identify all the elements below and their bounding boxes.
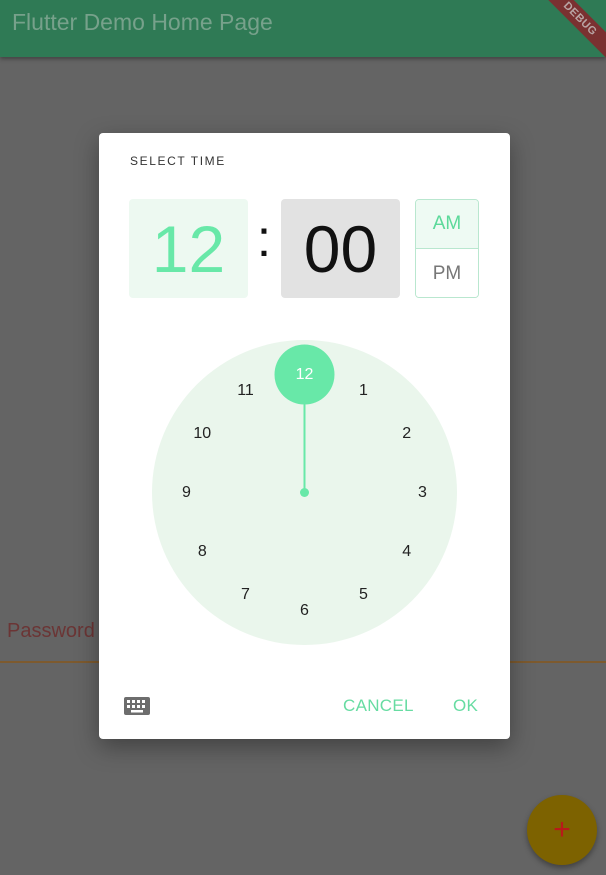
dial-number-8[interactable]: 8 — [198, 543, 207, 560]
dial-number-11[interactable]: 11 — [237, 382, 254, 399]
app-bar-title: Flutter Demo Home Page — [12, 9, 273, 35]
keyboard-icon[interactable] — [123, 696, 151, 716]
ok-button[interactable]: OK — [445, 689, 486, 723]
dial-number-4[interactable]: 4 — [402, 543, 411, 560]
dial-number-3[interactable]: 3 — [418, 484, 427, 501]
dial-number-10[interactable]: 10 — [193, 425, 211, 442]
minute-selector[interactable]: 00 — [281, 199, 400, 298]
app-bar: Flutter Demo Home Page DEBUG — [0, 0, 606, 68]
plus-icon: + — [553, 813, 571, 846]
time-separator: : — [256, 210, 272, 268]
dial-number-6[interactable]: 6 — [300, 602, 309, 619]
dial-number-1[interactable]: 1 — [359, 382, 368, 399]
am-button[interactable]: AM — [416, 200, 478, 249]
pm-button[interactable]: PM — [416, 249, 478, 297]
add-button[interactable]: + — [527, 795, 597, 865]
period-toggle: AM PM — [415, 199, 479, 298]
password-label: Password — [7, 620, 95, 642]
time-picker-dialog: SELECT TIME 12 : 00 AM PM 12 1 2 3 4 5 6 7 8 9 10 1… — [99, 133, 510, 739]
dial-center-dot — [300, 488, 309, 497]
dial-number-2[interactable]: 2 — [402, 425, 411, 442]
dial-number-7[interactable]: 7 — [241, 586, 250, 603]
dial-number-5[interactable]: 5 — [359, 586, 368, 603]
cancel-button[interactable]: CANCEL — [335, 689, 422, 723]
dial-number-9[interactable]: 9 — [182, 484, 191, 501]
dialog-title: SELECT TIME — [130, 154, 226, 168]
debug-banner: DEBUG — [531, 0, 606, 68]
dial-number-12[interactable]: 12 — [296, 366, 314, 383]
clock-dial[interactable]: 121234567891011 — [152, 340, 457, 645]
hour-selector[interactable]: 12 — [129, 199, 248, 298]
